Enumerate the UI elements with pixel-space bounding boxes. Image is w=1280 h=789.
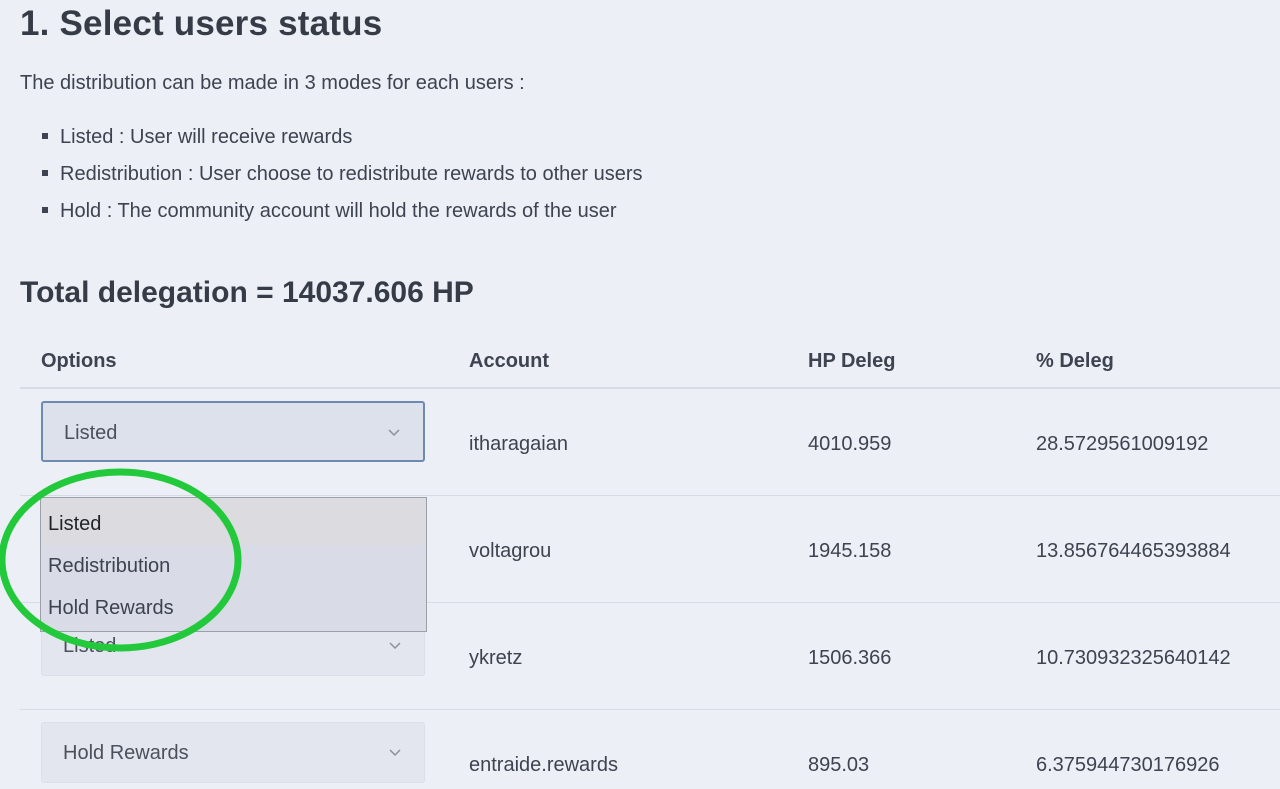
status-select[interactable]: Hold Rewards bbox=[41, 722, 425, 783]
hp-deleg-cell: 895.03 bbox=[808, 754, 870, 776]
dropdown-option-redistribution[interactable]: Redistribution bbox=[41, 545, 426, 587]
account-cell: ykretz bbox=[469, 647, 523, 669]
intro-text: The distribution can be made in 3 modes … bbox=[20, 72, 525, 94]
status-select[interactable]: Listed bbox=[41, 401, 425, 462]
bullet-icon bbox=[42, 133, 48, 139]
pct-deleg-cell: 28.5729561009192 bbox=[1036, 433, 1209, 455]
status-dropdown-list: Listed Redistribution Hold Rewards bbox=[40, 497, 427, 632]
hp-deleg-cell: 1506.366 bbox=[808, 647, 892, 669]
list-item: Redistribution : User choose to redistri… bbox=[42, 159, 643, 196]
total-delegation: Total delegation = 14037.606 HP bbox=[20, 276, 474, 309]
chevron-down-icon bbox=[387, 425, 401, 439]
select-value: Hold Rewards bbox=[63, 742, 189, 764]
select-value: Listed bbox=[63, 635, 117, 657]
modes-list: Listed : User will receive rewards Redis… bbox=[42, 122, 643, 233]
pct-deleg-cell: 10.730932325640142 bbox=[1036, 647, 1231, 669]
account-cell: voltagrou bbox=[469, 540, 552, 562]
pct-deleg-cell: 13.856764465393884 bbox=[1036, 540, 1231, 562]
hp-deleg-cell: 4010.959 bbox=[808, 433, 892, 455]
page-title: 1. Select users status bbox=[20, 4, 383, 43]
header-hp-deleg: HP Deleg bbox=[808, 350, 896, 372]
table-row: Listed itharagaian 4010.959 28.572956100… bbox=[20, 389, 1280, 496]
list-item: Listed : User will receive rewards bbox=[42, 122, 643, 159]
hp-deleg-cell: 1945.158 bbox=[808, 540, 892, 562]
select-value: Listed bbox=[64, 422, 118, 444]
chevron-down-icon bbox=[388, 638, 402, 652]
account-cell: entraide.rewards bbox=[469, 754, 618, 776]
chevron-down-icon bbox=[388, 745, 402, 759]
header-options: Options bbox=[41, 350, 117, 372]
bullet-icon bbox=[42, 207, 48, 213]
dropdown-option-listed[interactable]: Listed bbox=[41, 498, 426, 545]
list-item: Hold : The community account will hold t… bbox=[42, 196, 643, 233]
bullet-icon bbox=[42, 170, 48, 176]
table-row: Hold Rewards entraide.rewards 895.03 6.3… bbox=[20, 710, 1280, 789]
pct-deleg-cell: 6.375944730176926 bbox=[1036, 754, 1220, 776]
page: 1. Select users status The distribution … bbox=[0, 0, 1280, 789]
header-pct-deleg: % Deleg bbox=[1036, 350, 1114, 372]
account-cell: itharagaian bbox=[469, 433, 568, 455]
table-header: Options Account HP Deleg % Deleg bbox=[20, 330, 1280, 389]
dropdown-option-hold-rewards[interactable]: Hold Rewards bbox=[41, 587, 426, 629]
header-account: Account bbox=[469, 350, 549, 372]
